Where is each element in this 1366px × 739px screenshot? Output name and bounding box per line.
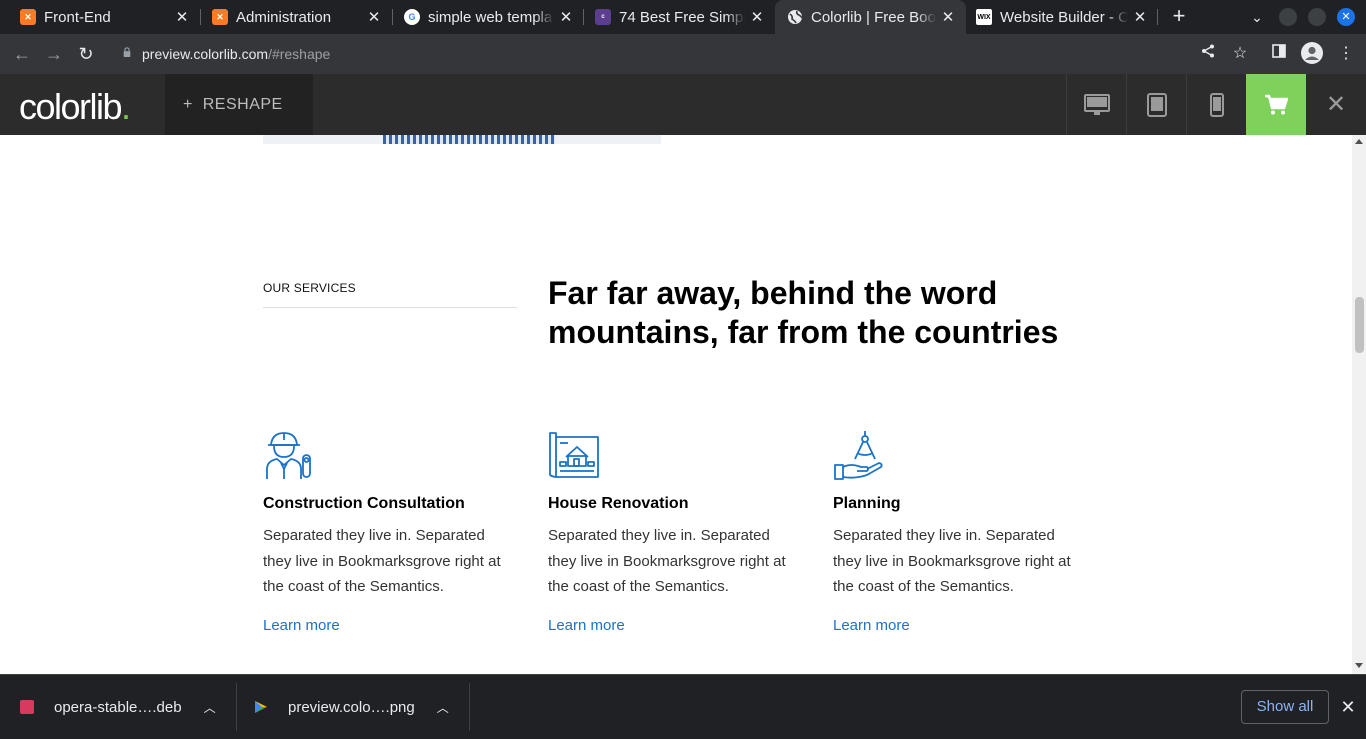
tab-title: Administration: [236, 8, 332, 26]
service-title: Construction Consultation: [263, 495, 465, 512]
tab-title: Front-End: [44, 8, 111, 26]
globe-icon: [787, 9, 803, 25]
download-shelf: opera-stable….deb ︿ preview.colo….png ︿ …: [0, 674, 1366, 739]
tab-front-end[interactable]: ✕ Front-End ✕: [0, 0, 200, 34]
url-host: preview.colorlib.com: [142, 46, 269, 62]
learn-more-link[interactable]: Learn more: [548, 617, 625, 634]
service-card: House Renovation Separated they live in.…: [548, 429, 808, 634]
tab-administration[interactable]: ✕ Administration ✕: [192, 0, 392, 34]
wix-icon: WIX: [976, 9, 992, 25]
section-label: OUR SERVICES: [263, 281, 356, 295]
tab-74-best-free[interactable]: c 74 Best Free Simple ✕: [575, 0, 775, 34]
close-tab-icon[interactable]: ✕: [936, 8, 960, 26]
lock-icon: [123, 47, 131, 57]
mobile-icon: [1209, 92, 1224, 117]
address-bar[interactable]: preview.colorlib.com/#reshape: [112, 38, 1250, 70]
service-card: Planning Separated they live in. Separat…: [833, 429, 1093, 634]
maximize-button[interactable]: [1308, 8, 1326, 26]
download-item[interactable]: opera-stable….deb ︿: [20, 675, 216, 739]
mobile-view-button[interactable]: [1186, 74, 1246, 135]
service-card: Construction Consultation Separated they…: [263, 429, 523, 634]
section-label-divider: [263, 307, 517, 308]
plus-icon: +: [183, 96, 193, 113]
close-window-button[interactable]: ✕: [1337, 8, 1355, 26]
checkered-shirt-image: [383, 135, 555, 144]
close-tab-icon[interactable]: ✕: [170, 8, 194, 26]
colorlib-logo[interactable]: colorlib.: [19, 86, 131, 128]
logo-dot: .: [121, 86, 131, 127]
scroll-thumb[interactable]: [1355, 297, 1364, 353]
tab-search-chevron-icon[interactable]: ⌄: [1245, 5, 1269, 29]
download-item[interactable]: preview.colo….png ︿: [254, 675, 449, 739]
desktop-icon: [1083, 93, 1110, 115]
scroll-up-arrow-icon[interactable]: [1355, 139, 1363, 144]
service-description: Separated they live in. Separated they l…: [548, 527, 786, 595]
tab-google-search[interactable]: G simple web templa ✕: [384, 0, 584, 34]
section-heading: Far far away, behind the word mountains,…: [548, 275, 1059, 350]
side-panel-icon[interactable]: [1267, 42, 1291, 66]
template-selector[interactable]: + RESHAPE: [165, 74, 313, 135]
show-all-downloads-button[interactable]: Show all: [1241, 690, 1329, 724]
menu-kebab-icon[interactable]: ⋮: [1334, 42, 1358, 66]
xampp-icon: ✕: [20, 9, 36, 25]
tab-colorlib-active[interactable]: Colorlib | Free Boo ✕: [775, 0, 966, 34]
tab-title: simple web templa: [428, 8, 553, 26]
download-filename: preview.colo….png: [288, 698, 415, 716]
download-separator: [236, 683, 237, 731]
profile-avatar-icon[interactable]: [1300, 42, 1324, 66]
buy-cart-button[interactable]: [1246, 74, 1306, 135]
colorlib-icon: c: [595, 9, 611, 25]
service-description: Separated they live in. Separated they l…: [833, 527, 1071, 595]
url-text: preview.colorlib.com/#reshape: [142, 46, 330, 62]
tab-title: Colorlib | Free Boo: [811, 8, 936, 26]
back-arrow-icon[interactable]: ←: [10, 42, 34, 66]
colorlib-preview-bar: colorlib. + RESHAPE ✕: [0, 74, 1366, 135]
tab-separator: [1157, 9, 1158, 25]
engineer-icon: [266, 432, 311, 479]
xampp-icon: ✕: [212, 9, 228, 25]
learn-more-link[interactable]: Learn more: [833, 617, 910, 634]
tab-title: 74 Best Free Simple: [619, 8, 745, 26]
chevron-up-icon[interactable]: ︿: [437, 699, 449, 716]
service-description: Separated they live in. Separated they l…: [263, 527, 501, 595]
tablet-icon: [1146, 92, 1167, 117]
google-icon: G: [404, 9, 420, 25]
service-title: House Renovation: [548, 495, 689, 512]
image-file-icon: [254, 700, 268, 714]
download-filename: opera-stable….deb: [54, 698, 182, 716]
close-icon: ✕: [1325, 91, 1347, 118]
service-title: Planning: [833, 495, 901, 512]
compass-hand-icon: [834, 431, 883, 480]
tab-wix[interactable]: WIX Website Builder - C ✕: [966, 0, 1158, 34]
desktop-view-button[interactable]: [1066, 74, 1126, 135]
learn-more-link[interactable]: Learn more: [263, 617, 340, 634]
url-path: /#reshape: [268, 46, 331, 62]
close-shelf-icon[interactable]: ✕: [1336, 695, 1360, 719]
bookmark-star-icon[interactable]: ☆: [1228, 42, 1252, 66]
tab-strip: ✕ Front-End ✕ ✕ Administration ✕ G simpl…: [0, 0, 1366, 34]
forward-arrow-icon[interactable]: →: [42, 42, 66, 66]
scroll-down-arrow-icon[interactable]: [1355, 663, 1363, 668]
tab-title: Website Builder - C: [1000, 8, 1128, 26]
close-tab-icon[interactable]: ✕: [1128, 8, 1152, 26]
chevron-up-icon[interactable]: ︿: [204, 699, 216, 716]
close-preview-button[interactable]: ✕: [1306, 74, 1366, 135]
shopping-cart-icon: [1265, 94, 1288, 114]
page-viewport: OUR SERVICES Far far away, behind the wo…: [0, 135, 1352, 674]
template-name: RESHAPE: [202, 96, 283, 113]
deb-package-icon: [20, 700, 34, 714]
close-tab-icon[interactable]: ✕: [745, 8, 769, 26]
hero-image-bottom: [263, 135, 661, 144]
blueprint-house-icon: [549, 432, 599, 478]
close-tab-icon[interactable]: ✕: [362, 8, 386, 26]
logo-text: colorlib: [19, 86, 123, 127]
download-separator: [469, 683, 470, 731]
minimize-button[interactable]: [1279, 8, 1297, 26]
new-tab-button[interactable]: +: [1167, 4, 1191, 28]
browser-toolbar: ← → ↻ preview.colorlib.com/#reshape ☆ ⋮: [0, 34, 1366, 74]
tablet-view-button[interactable]: [1126, 74, 1186, 135]
share-icon[interactable]: [1196, 42, 1220, 66]
reload-icon[interactable]: ↻: [74, 42, 98, 66]
page-scrollbar[interactable]: [1352, 135, 1366, 674]
